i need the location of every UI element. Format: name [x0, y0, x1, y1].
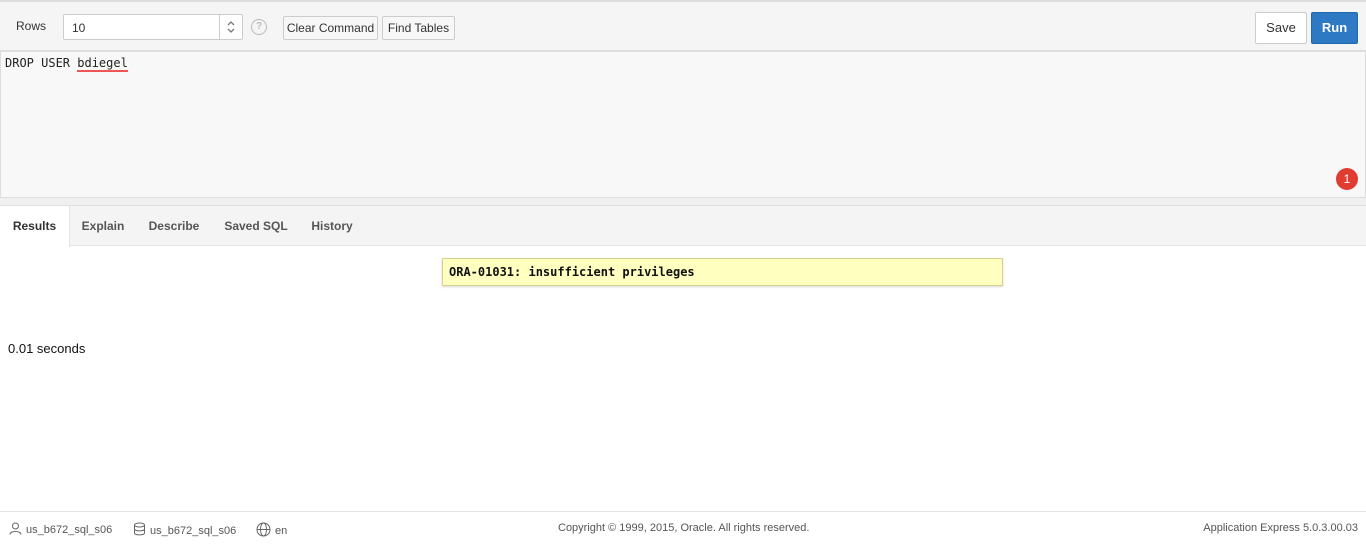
sql-editor[interactable]: DROP USER bdiegel 1 [0, 51, 1366, 198]
error-message: ORA-01031: insufficient privileges [449, 265, 695, 279]
clear-command-button[interactable]: Clear Command [283, 16, 378, 40]
globe-icon [256, 522, 271, 540]
footer-language[interactable]: en [256, 522, 287, 540]
elapsed-time: 0.01 seconds [8, 341, 86, 356]
rows-value[interactable]: 10 [72, 21, 85, 35]
footer-schema: us_b672_sql_s06 [133, 522, 236, 539]
footer-version: Application Express 5.0.3.00.03 [1203, 522, 1358, 534]
spellcheck-word: bdiegel [77, 56, 128, 72]
user-icon [9, 522, 22, 538]
pane-splitter[interactable] [0, 198, 1366, 206]
rows-stepper[interactable]: 10 [63, 14, 243, 40]
sql-keywords: DROP USER [5, 56, 78, 70]
tab-describe[interactable]: Describe [136, 206, 212, 246]
footer: us_b672_sql_s06 us_b672_sql_s06 en Copyr… [0, 511, 1366, 544]
footer-user: us_b672_sql_s06 [9, 522, 112, 538]
find-tables-button[interactable]: Find Tables [382, 16, 455, 40]
run-button[interactable]: Run [1311, 12, 1358, 44]
error-count-badge[interactable]: 1 [1336, 168, 1358, 190]
tab-explain[interactable]: Explain [70, 206, 136, 246]
command-toolbar: Rows 10 ? Clear Command Find Tables Save… [0, 0, 1366, 51]
footer-copyright: Copyright © 1999, 2015, Oracle. All righ… [558, 522, 810, 534]
footer-schema-name: us_b672_sql_s06 [150, 524, 237, 537]
help-icon[interactable]: ? [251, 19, 267, 35]
result-tabs: Results Explain Describe Saved SQL Histo… [0, 206, 1366, 247]
tab-results[interactable]: Results [0, 206, 70, 247]
spinner-icon[interactable] [219, 15, 242, 39]
footer-user-name: us_b672_sql_s06 [26, 524, 113, 536]
tab-history[interactable]: History [300, 206, 364, 246]
footer-language-code[interactable]: en [275, 525, 287, 537]
save-button[interactable]: Save [1255, 12, 1307, 44]
database-icon [133, 522, 146, 539]
sql-text[interactable]: DROP USER bdiegel [5, 56, 128, 72]
error-message-box: ORA-01031: insufficient privileges [442, 258, 1003, 286]
tab-saved-sql[interactable]: Saved SQL [212, 206, 300, 246]
rows-label: Rows [16, 19, 47, 33]
